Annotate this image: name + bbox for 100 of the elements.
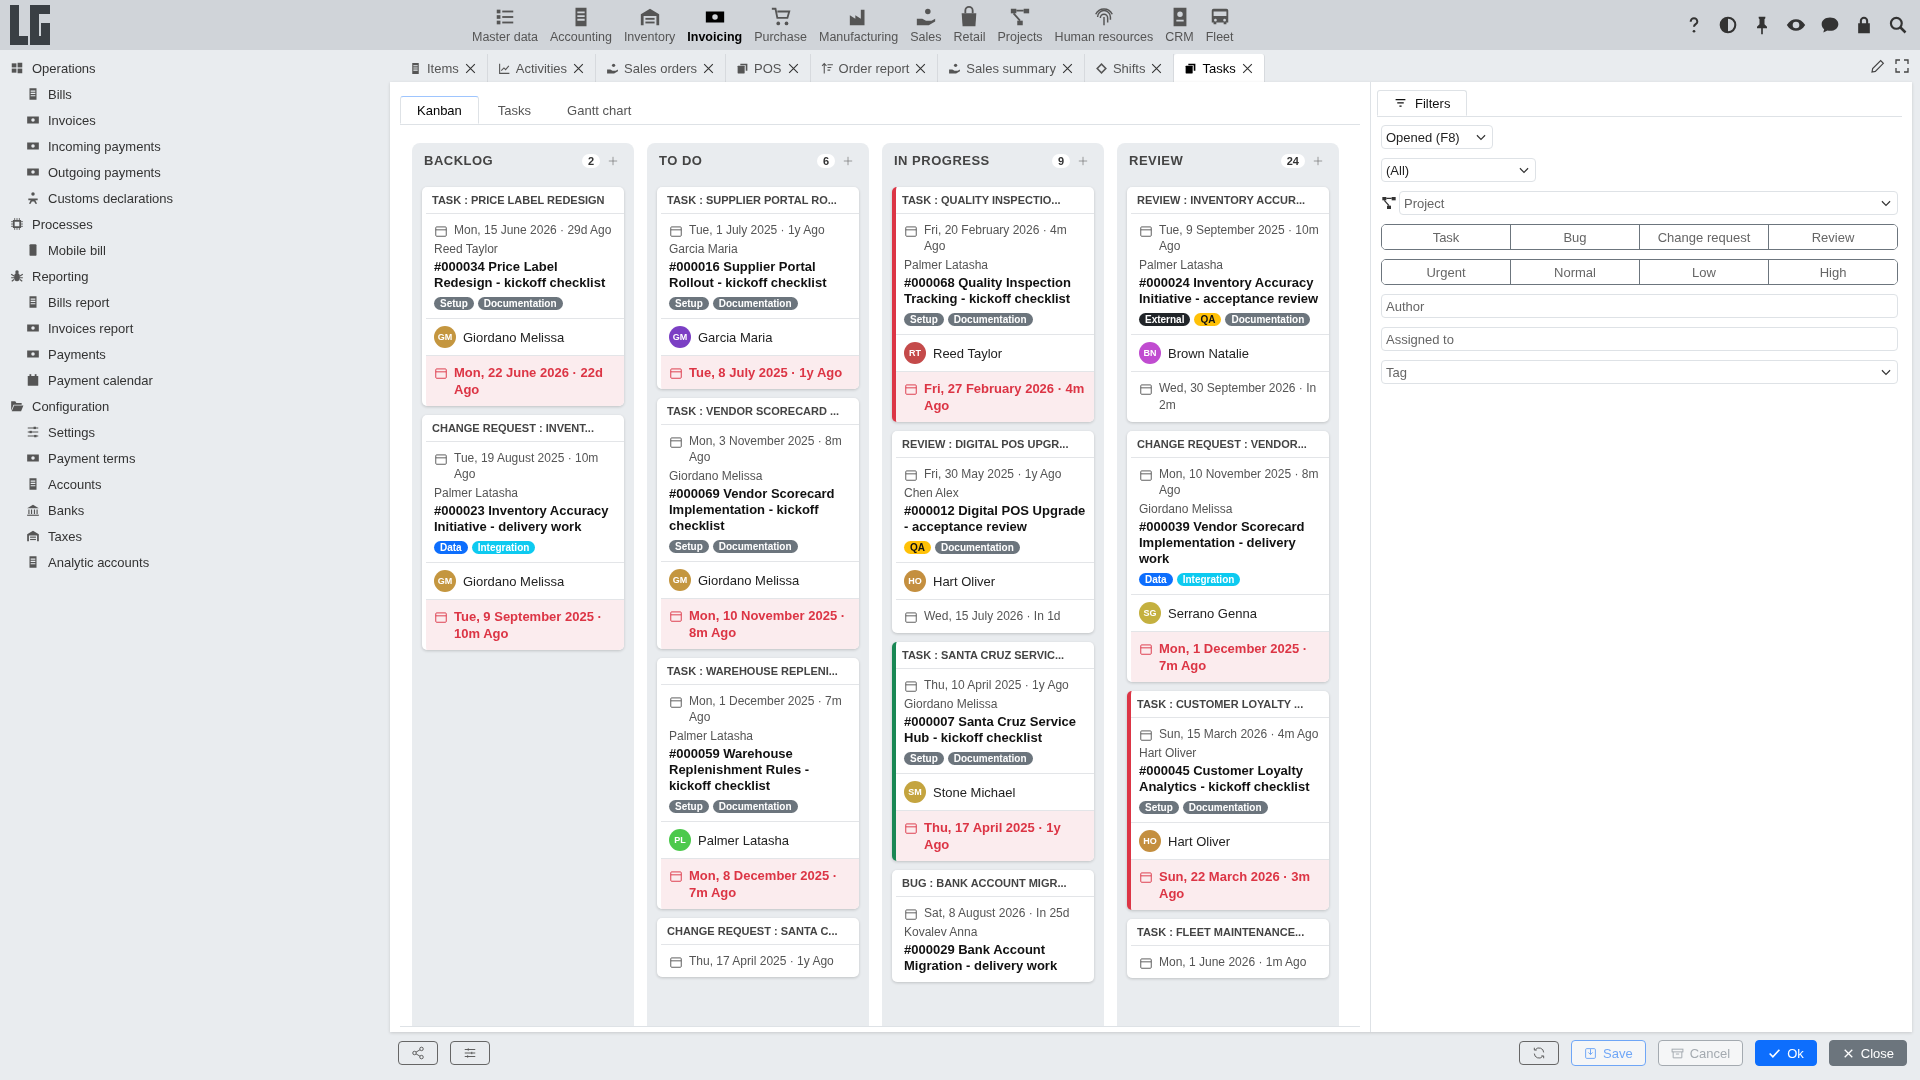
task-card[interactable]: TASK : FLEET MAINTENANCE... Mon, 1 June 2026 · 1m Ago: [1127, 919, 1329, 978]
sidebar-item[interactable]: Payment calendar: [0, 367, 385, 393]
nav-item[interactable]: Fleet: [1199, 6, 1240, 44]
calendar-icon: [669, 366, 683, 380]
sidebar-item[interactable]: Settings: [0, 419, 385, 445]
card-title: TASK : VENDOR SCORECARD ...: [661, 398, 859, 425]
sidebar-item[interactable]: Accounts: [0, 471, 385, 497]
task-card[interactable]: TASK : SANTA CRUZ SERVIC... Thu, 10 April 2025 · 1y Ago Giordano Melissa #000007 Santa Cruz Service Hub - kickoff checklist Setup Documentation SM Stone Michael Thu, 17 April 2025 · 1y Ago: [892, 642, 1094, 861]
sidebar-item[interactable]: Bills report: [0, 289, 385, 315]
task-card[interactable]: CHANGE REQUEST : VENDOR... Mon, 10 November 2025 · 8m Ago Giordano Melissa #000039 Vendor Scorecard Implementation - delivery work Data Integration SG Serrano Genna Mon, 1 December 2025 · 7m Ago: [1127, 431, 1329, 682]
sidebar-item[interactable]: Incoming payments: [0, 133, 385, 159]
sidebar-item[interactable]: Taxes: [0, 523, 385, 549]
view-tab[interactable]: Gantt chart: [550, 96, 649, 124]
segment-button[interactable]: Task: [1382, 225, 1511, 249]
task-card[interactable]: REVIEW : DIGITAL POS UPGR... Fri, 30 May 2025 · 1y Ago Chen Alex #000012 Digital POS Upgrade - acceptance review QA Documentation HO Hart Oliver Wed, 15 July 2026 · In 1d: [892, 431, 1094, 633]
tag: Documentation: [477, 297, 563, 310]
sidebar-item[interactable]: Invoices: [0, 107, 385, 133]
avatar: BN: [1139, 342, 1161, 364]
input-field[interactable]: Assigned to: [1381, 327, 1898, 351]
dropdown[interactable]: Opened (F8): [1381, 125, 1493, 149]
task-card[interactable]: TASK : SUPPLIER PORTAL RO... Tue, 1 July 2025 · 1y Ago Garcia Maria #000016 Supplier Portal Rollout - kickoff checklist Setup Documentation GM Garcia Maria Tue, 8 July 2025 · 1y Ago: [657, 187, 859, 389]
task-card[interactable]: TASK : PRICE LABEL REDESIGN Mon, 15 June 2026 · 29d Ago Reed Taylor #000034 Price Label Redesign - kickoff checklist Setup Documentation GM Giordano Melissa Mon, 22 June 2026 · 22d Ago: [422, 187, 624, 406]
hand-icon: [606, 61, 620, 75]
sidebar-item[interactable]: Invoices report: [0, 315, 385, 341]
dropdown[interactable]: Tag: [1381, 360, 1898, 384]
card-title: TASK : SUPPLIER PORTAL RO...: [661, 187, 859, 214]
close-icon[interactable]: [702, 61, 716, 75]
logo[interactable]: [8, 3, 52, 47]
nav-item[interactable]: Invoicing: [681, 6, 749, 44]
nav-item[interactable]: Manufacturing: [813, 6, 905, 44]
close-icon[interactable]: [463, 61, 477, 75]
calendar-icon: [904, 907, 918, 921]
sidebar-group[interactable]: Operations: [0, 55, 385, 81]
task-card[interactable]: TASK : WAREHOUSE REPLENI... Mon, 1 December 2025 · 7m Ago Palmer Latasha #000059 Warehouse Replenishment Rules - kickoff checklist Setup Documentation PL Palmer Latasha Mon, 8 December 2025 · 7m Ago: [657, 658, 859, 909]
sidebar-group[interactable]: Configuration: [0, 393, 385, 419]
date-text: Mon, 10 November 2025 · 8m Ago: [1159, 466, 1320, 498]
sidebar-item[interactable]: Bills: [0, 81, 385, 107]
share-button[interactable]: [398, 1041, 438, 1065]
due-date: Tue, 8 July 2025 · 1y Ago: [689, 364, 843, 381]
segment-button[interactable]: Urgent: [1382, 260, 1511, 284]
view-tab[interactable]: Kanban: [400, 96, 479, 124]
nav-item[interactable]: Inventory: [617, 6, 682, 44]
tab[interactable]: Tasks: [1174, 54, 1265, 82]
author-name: Reed Taylor: [434, 242, 499, 256]
filters-tab[interactable]: Filters: [1377, 90, 1468, 116]
count-badge: 9: [1051, 153, 1070, 168]
chat-icon[interactable]: [1820, 15, 1840, 35]
view-tab[interactable]: Tasks: [480, 96, 549, 124]
nav-item[interactable]: Accounting: [544, 6, 618, 44]
close-icon[interactable]: [786, 61, 800, 75]
sidebar-item[interactable]: Outgoing payments: [0, 159, 385, 185]
nav-item[interactable]: Purchase: [748, 6, 813, 44]
sidebar-item[interactable]: Customs declarations: [0, 185, 385, 211]
sidebar-item[interactable]: Payments: [0, 341, 385, 367]
nav-item[interactable]: Sales: [904, 6, 948, 44]
task-title: #000023 Inventory Accuracy Initiative - delivery work: [434, 503, 610, 535]
close-icon[interactable]: [1060, 61, 1074, 75]
task-card[interactable]: [657, 398, 859, 649]
input-field[interactable]: Author: [1381, 294, 1898, 318]
sidebar-group[interactable]: Reporting: [0, 263, 385, 289]
dropdown[interactable]: Project: [1399, 191, 1898, 215]
pencil-icon[interactable]: [1870, 58, 1886, 74]
task-card[interactable]: CHANGE REQUEST : SANTA C... Thu, 17 April 2025 · 1y Ago: [657, 918, 859, 977]
close-icon[interactable]: [914, 61, 928, 75]
options-button[interactable]: [450, 1041, 490, 1065]
task-card[interactable]: BUG : BANK ACCOUNT MIGR... Sat, 8 August 2026 · In 25d Kovalev Anna #000029 Bank Account Migration - delivery work: [892, 870, 1094, 982]
date-text: Mon, 15 June 2026 · 29d Ago: [454, 222, 612, 238]
avatar: GM: [434, 570, 456, 592]
fullscreen-icon[interactable]: [1894, 58, 1910, 74]
nav-item[interactable]: CRM: [1159, 6, 1200, 44]
search-icon[interactable]: [1888, 15, 1908, 35]
tag: External: [1139, 313, 1191, 326]
task-card[interactable]: TASK : QUALITY INSPECTIO... Fri, 20 February 2026 · 4m Ago Palmer Latasha #000068 Quality Inspection Tracking - kickoff checklist Setup Documentation RT Reed Taylor Fri, 27 February 2026 · 4m Ago: [892, 187, 1094, 422]
due-date: Mon, 10 November 2025 · 8m Ago: [689, 607, 847, 641]
action-button[interactable]: Ok: [1755, 1040, 1817, 1066]
task-card[interactable]: [1127, 187, 1329, 422]
contrast-icon[interactable]: [1718, 15, 1738, 35]
sidebar-item[interactable]: Payment terms: [0, 445, 385, 471]
save-icon: [1584, 1046, 1597, 1060]
nav-item[interactable]: Retail: [947, 6, 992, 44]
calendar-icon: [904, 468, 918, 482]
dropdown[interactable]: (All): [1381, 158, 1536, 182]
sidebar-item[interactable]: Banks: [0, 497, 385, 523]
sidebar-group[interactable]: Processes: [0, 211, 385, 237]
date-text: Mon, 1 December 2025 · 7m Ago: [689, 693, 843, 725]
nav-item[interactable]: Human resources: [1048, 6, 1160, 44]
close-icon[interactable]: [1240, 61, 1254, 75]
close-icon[interactable]: [1150, 61, 1164, 75]
sidebar-item[interactable]: Mobile bill: [0, 237, 385, 263]
sidebar-item[interactable]: Analytic accounts: [0, 549, 385, 575]
action-button[interactable]: Close: [1828, 1040, 1907, 1066]
tag: Documentation: [1225, 313, 1311, 326]
refresh-button[interactable]: [1519, 1041, 1559, 1065]
task-card[interactable]: CHANGE REQUEST : INVENT... Tue, 19 August 2025 · 10m Ago Palmer Latasha #000023 Inventory Accuracy Initiative - delivery work Data Integration GM Giordano Melissa Tue, 9 September 2025 · 10m Ago: [422, 415, 624, 650]
avatar: SG: [1139, 602, 1161, 624]
task-card[interactable]: TASK : CUSTOMER LOYALTY ... Sun, 15 March 2026 · 4m Ago Hart Oliver #000045 Customer Loyalty Analytics - kickoff checklist Setup Documentation HO Hart Oliver Sun, 22 March 2026 · 3m Ago: [1127, 691, 1329, 910]
nav-item[interactable]: Projects: [991, 6, 1049, 44]
tag: Setup: [904, 752, 944, 765]
nav-item[interactable]: Master data: [466, 6, 544, 44]
close-icon[interactable]: [572, 61, 586, 75]
